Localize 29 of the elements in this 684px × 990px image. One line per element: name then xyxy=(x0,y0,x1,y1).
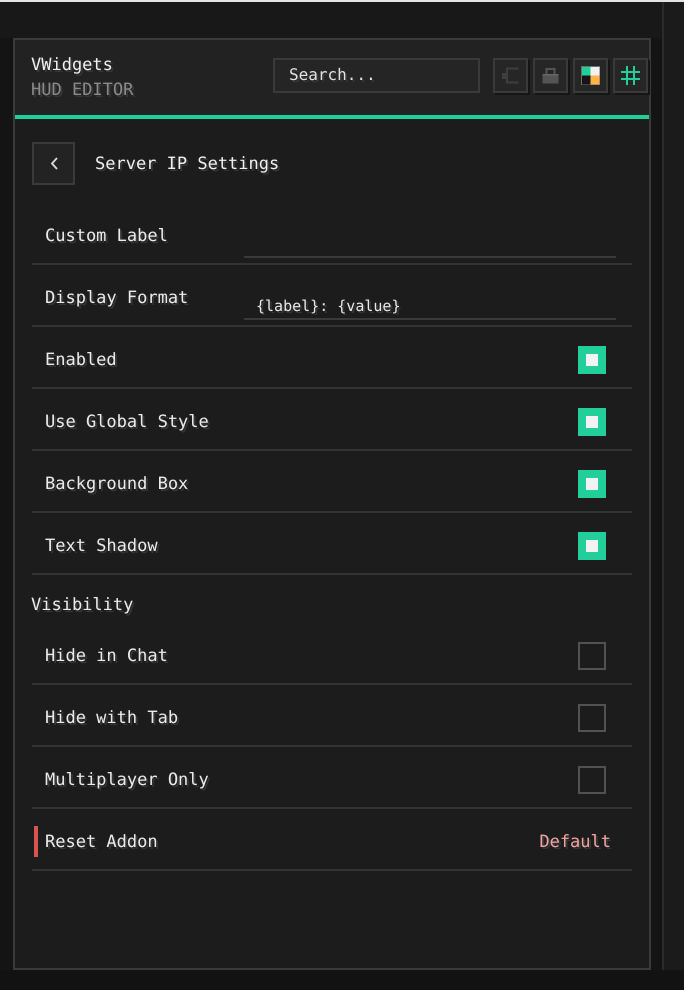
app-title: VWidgets xyxy=(31,54,114,76)
setting-label: Enabled xyxy=(45,349,117,371)
page-title: Server IP Settings xyxy=(95,154,280,174)
toolbar-button[interactable] xyxy=(573,58,608,93)
setting-label: Hide with Tab xyxy=(45,707,178,729)
default-button[interactable]: Default xyxy=(539,831,611,853)
checkbox[interactable] xyxy=(578,408,606,436)
setting-label: Text Shadow xyxy=(45,535,158,557)
accent-bar xyxy=(34,826,38,856)
chevron-left-icon xyxy=(50,157,58,170)
text-field[interactable]: {label}: {value} xyxy=(244,293,616,320)
checkbox[interactable] xyxy=(578,704,606,732)
checkbox[interactable] xyxy=(578,346,606,374)
checkbox[interactable] xyxy=(578,470,606,498)
checkbox[interactable] xyxy=(578,766,606,794)
toolbar-button[interactable] xyxy=(613,58,648,93)
checkbox[interactable] xyxy=(578,642,606,670)
setting-label: Custom Label xyxy=(45,225,169,247)
search-field[interactable]: Search... xyxy=(273,58,480,93)
setting-label: Background Box xyxy=(45,473,188,495)
setting-label: Hide in Chat xyxy=(45,645,168,667)
setting-label: Multiplayer Only xyxy=(45,769,209,791)
setting-label: Display Format xyxy=(45,287,190,309)
checkbox[interactable] xyxy=(578,532,606,560)
section-heading: Visibility xyxy=(31,595,134,615)
app-subtitle: HUD EDITOR xyxy=(31,79,134,101)
setting-label: Use Global Style xyxy=(45,411,209,433)
back-button[interactable] xyxy=(32,142,75,185)
setting-label: Reset Addon xyxy=(45,831,158,853)
